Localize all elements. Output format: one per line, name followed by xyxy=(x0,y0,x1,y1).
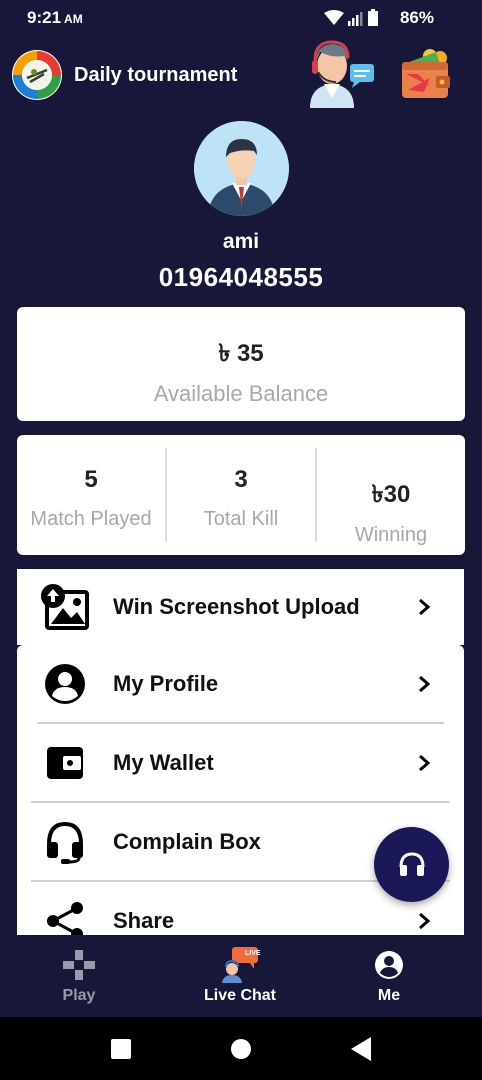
menu-item-win-screenshot-upload[interactable]: Win Screenshot Upload xyxy=(17,569,464,645)
nav-label: Me xyxy=(377,987,401,1004)
system-nav-bar xyxy=(0,1017,482,1080)
headset-icon xyxy=(399,851,424,876)
stat-label: Winning xyxy=(354,524,428,546)
nav-label: Live Chat xyxy=(203,987,276,1004)
support-agent-icon xyxy=(310,40,374,108)
battery-icon xyxy=(368,9,378,26)
avatar xyxy=(194,121,289,216)
user-name: ami xyxy=(222,230,260,253)
app-header: Daily tournament xyxy=(0,40,482,108)
app-title: Daily tournament xyxy=(74,64,238,86)
support-fab[interactable] xyxy=(374,827,449,902)
account-circle-icon xyxy=(375,951,403,979)
status-time-value: 9:21 xyxy=(27,8,62,27)
stat-label: Total Kill xyxy=(203,508,279,530)
stat-match-played: 5 Match Played xyxy=(17,448,165,542)
menu-label: Share xyxy=(113,907,175,933)
wallet-icon xyxy=(402,49,450,98)
gamepad-icon xyxy=(63,950,95,980)
status-bar: 9:21 AM 86% xyxy=(0,0,482,34)
chevron-right-icon xyxy=(419,598,431,616)
wallet-icon xyxy=(41,739,89,787)
wallet-button[interactable] xyxy=(396,46,454,102)
menu-item-my-profile[interactable]: My Profile xyxy=(17,645,464,722)
app-logo xyxy=(12,50,62,100)
battery-percent: 86% xyxy=(399,8,434,27)
menu-label: Complain Box xyxy=(113,828,261,854)
status-time: 9:21 AM xyxy=(27,8,83,28)
status-ampm: AM xyxy=(64,12,83,26)
nav-label: Play xyxy=(62,987,96,1004)
user-avatar-icon xyxy=(194,121,289,216)
nav-me[interactable]: Me xyxy=(329,947,449,1005)
recents-button[interactable] xyxy=(111,1039,131,1059)
image-upload-icon xyxy=(41,583,89,631)
back-button[interactable] xyxy=(351,1037,371,1061)
nav-live-chat[interactable]: LIVE Live Chat xyxy=(180,947,300,1005)
live-badge: LIVE xyxy=(245,950,261,957)
wifi-icon xyxy=(324,10,344,25)
share-icon xyxy=(41,897,89,935)
bottom-nav: Play LIVE Live Chat Me xyxy=(0,935,482,1017)
balance-card: ৳ 35 Available Balance xyxy=(17,307,465,421)
menu-item-my-wallet[interactable]: My Wallet xyxy=(17,724,464,801)
chevron-right-icon xyxy=(419,675,431,692)
chevron-right-icon xyxy=(419,912,431,929)
stat-value: 5 xyxy=(84,466,98,493)
stat-value: ৳30 xyxy=(371,481,411,508)
stats-card: 5 Match Played 3 Total Kill ৳30 Winning xyxy=(17,435,465,555)
stat-label: Match Played xyxy=(30,508,152,530)
stat-total-kill: 3 Total Kill xyxy=(165,448,315,542)
customer-support-button[interactable] xyxy=(302,38,378,108)
chevron-right-icon xyxy=(419,754,431,771)
stat-value: 3 xyxy=(234,466,248,493)
balance-amount: ৳ 35 xyxy=(218,340,264,367)
user-phone: 01964048555 xyxy=(158,262,324,292)
menu-label: My Profile xyxy=(113,670,219,696)
home-button[interactable] xyxy=(231,1039,251,1059)
headset-icon xyxy=(41,818,89,866)
balance-label: Available Balance xyxy=(153,381,329,406)
account-circle-icon xyxy=(41,660,89,708)
status-icons xyxy=(324,9,378,26)
signal-icon xyxy=(348,12,363,26)
nav-play[interactable]: Play xyxy=(19,947,139,1005)
stat-winning: ৳30 Winning xyxy=(315,448,465,546)
menu-label: My Wallet xyxy=(113,749,214,775)
menu-label: Win Screenshot Upload xyxy=(113,594,360,619)
